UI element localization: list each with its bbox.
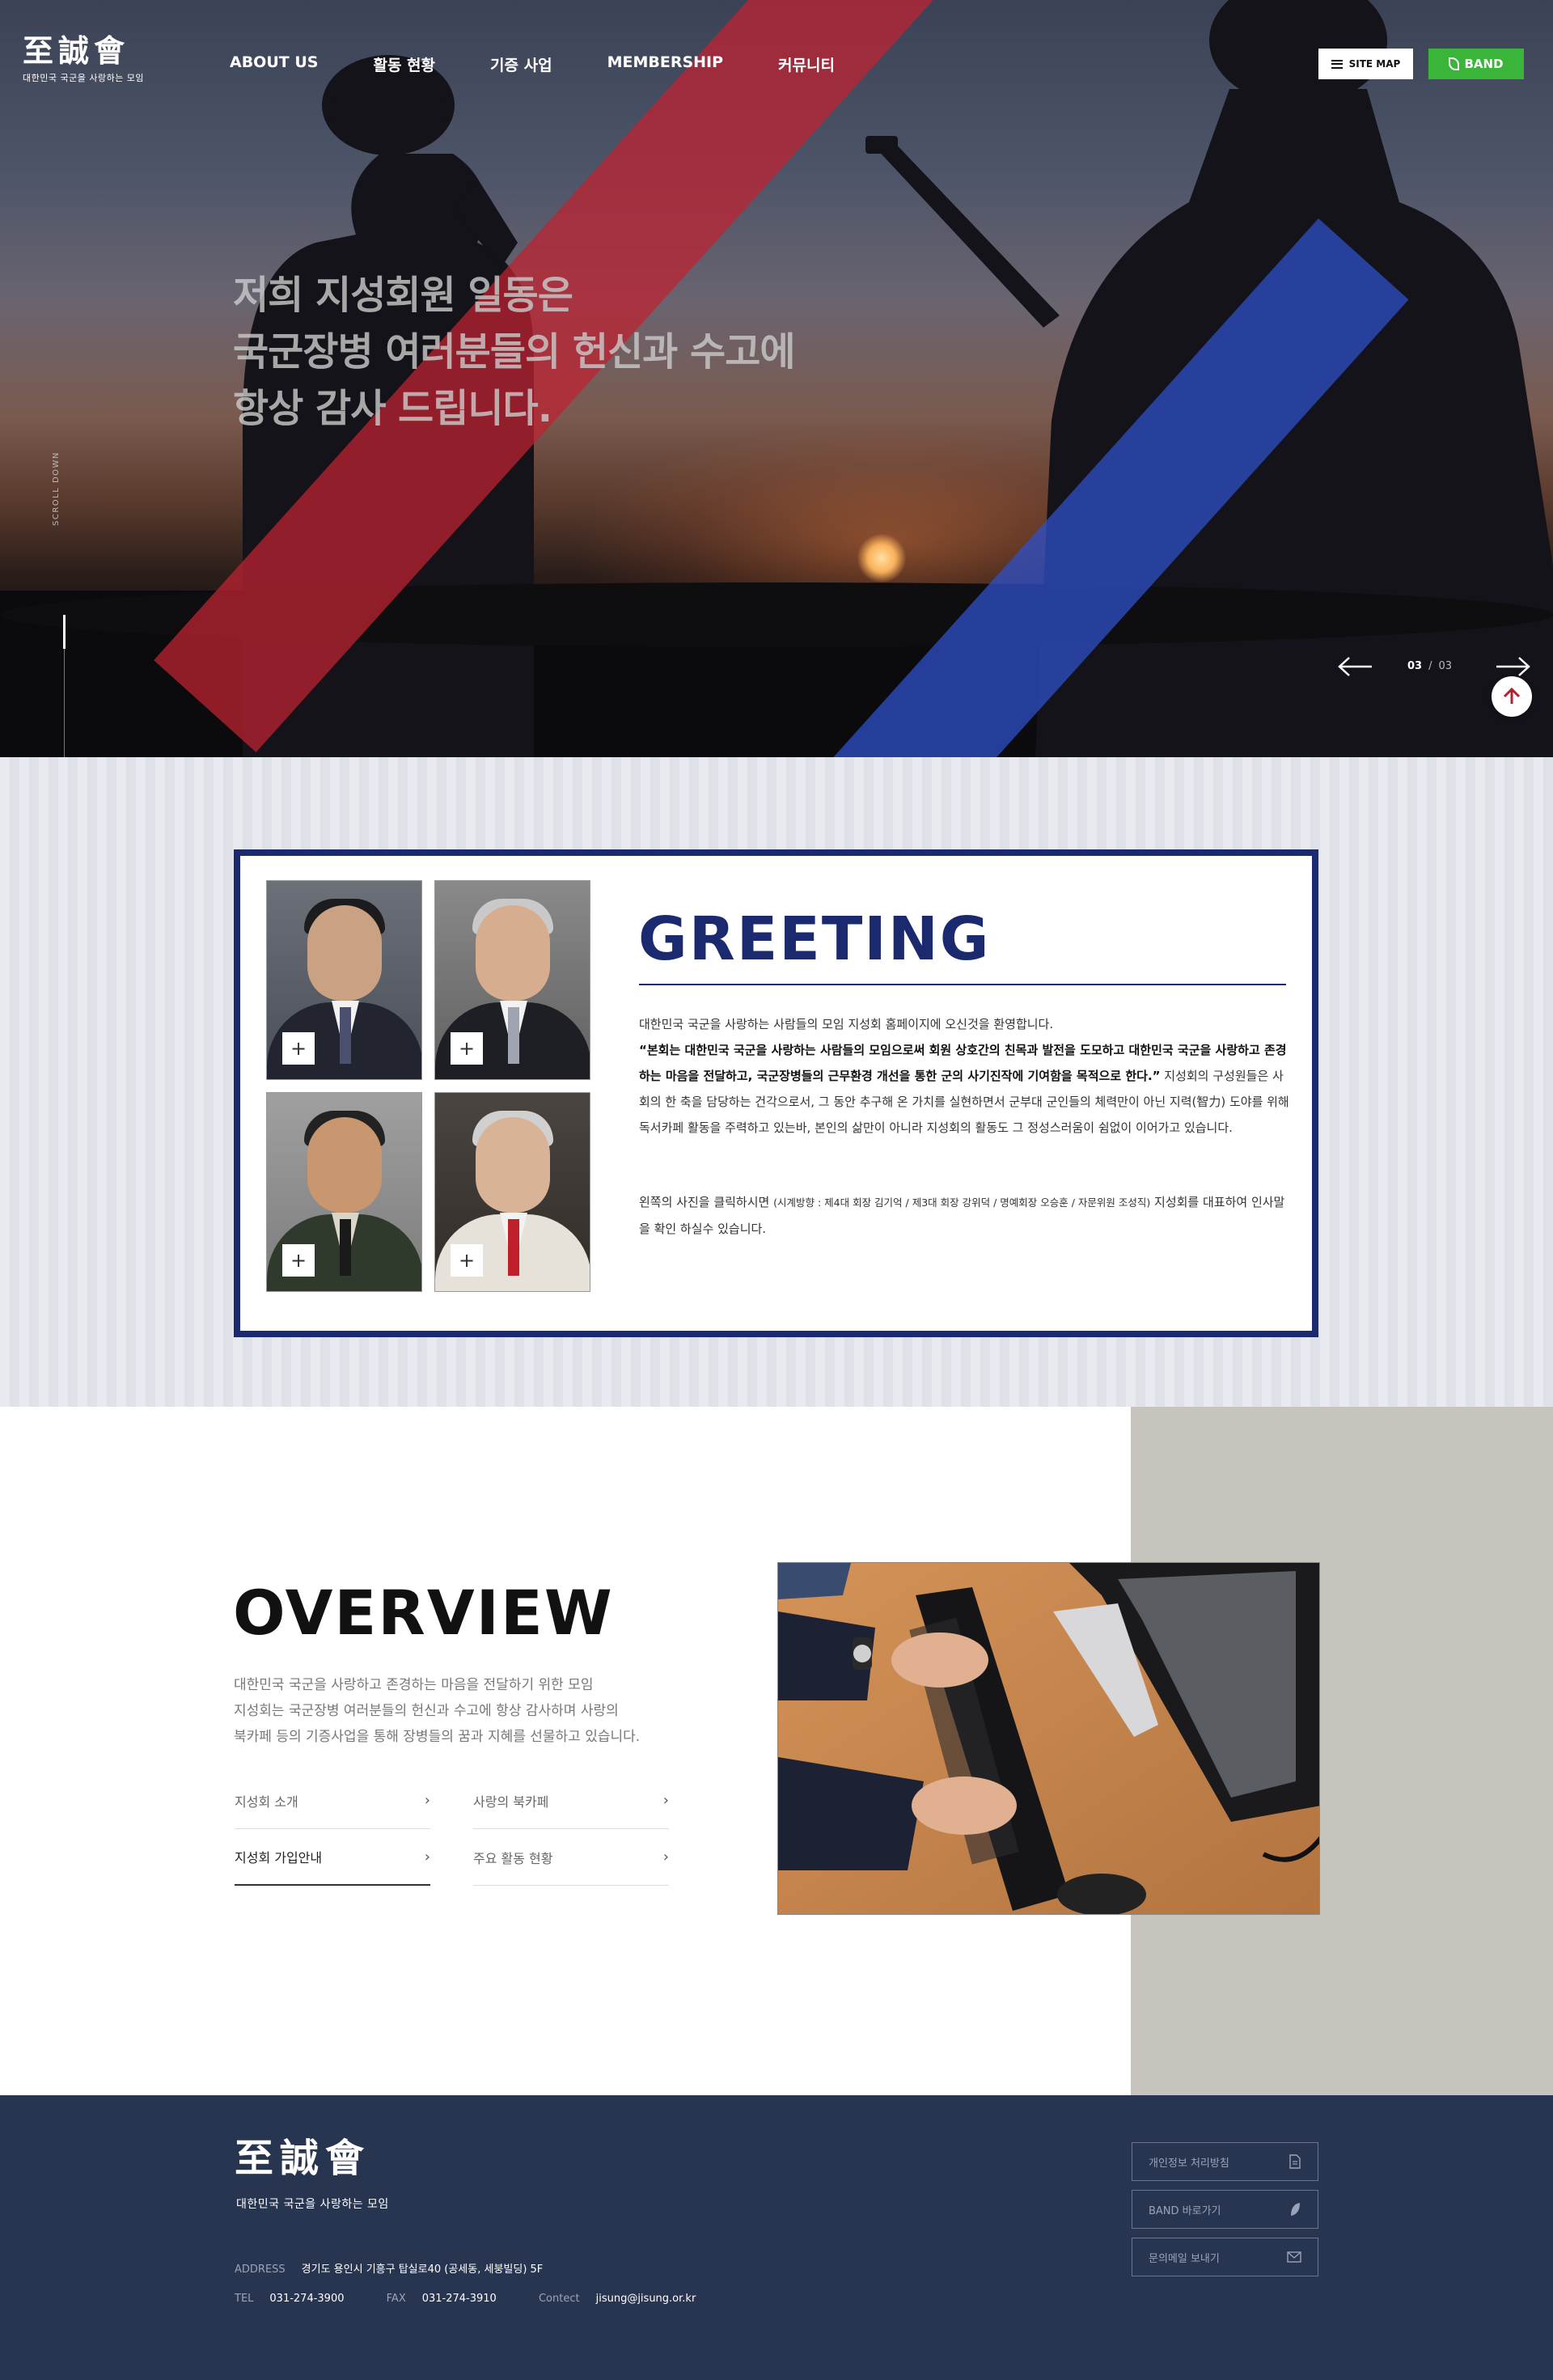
hero-line-2: 국군장병 여러분들의 헌신과 수고에 xyxy=(233,329,796,375)
tel-label: TEL xyxy=(235,2293,254,2305)
document-icon xyxy=(1289,2154,1301,2169)
privacy-policy-label: 개인정보 처리방침 xyxy=(1149,2157,1229,2170)
portrait-advisor[interactable]: + xyxy=(266,1092,422,1292)
portrait-president-4th[interactable]: + xyxy=(266,880,422,1080)
hero-section: 至誠會 대한민국 국군을 사랑하는 모임 ABOUT US 활동 현황 기증 사… xyxy=(0,0,1553,757)
slide-separator: / xyxy=(1428,660,1432,672)
contact-label: Contect xyxy=(538,2293,580,2305)
plus-icon[interactable]: + xyxy=(282,1244,315,1277)
main-nav: ABOUT US 활동 현황 기증 사업 MEMBERSHIP 커뮤니티 xyxy=(230,53,890,75)
footer-tagline: 대한민국 국군을 사랑하는 모임 xyxy=(236,2198,389,2211)
fax-value: 031-274-3910 xyxy=(421,2293,497,2305)
portrait-honorary-president[interactable]: + xyxy=(434,1092,590,1292)
link-label: 사랑의 북카페 xyxy=(473,1793,549,1810)
band-label: BAND xyxy=(1464,57,1504,71)
greeting-intro: 대한민국 국군을 사랑하는 사람들의 모임 지성회 홈페이지에 오신것을 환영합… xyxy=(639,1017,1054,1031)
arrow-up-icon xyxy=(1503,687,1521,704)
address-value: 경기도 용인시 기흥구 탑실로40 (공세동, 세붕빌딩) 5F xyxy=(301,2264,544,2276)
nav-item-community[interactable]: 커뮤니티 xyxy=(778,53,835,75)
greeting-title: GREETING xyxy=(638,904,991,974)
scroll-down-label: SCROLL DOWN xyxy=(52,451,61,526)
greeting-section: + + + + GREETING 대한민국 국군을 사랑하는 사람들의 모임 지… xyxy=(0,757,1553,1407)
slide-current: 03 xyxy=(1407,660,1423,672)
link-book-cafe[interactable]: 사랑의 북카페 › xyxy=(473,1772,669,1829)
sitemap-button[interactable]: SITE MAP xyxy=(1318,49,1413,79)
plus-icon[interactable]: + xyxy=(282,1032,315,1065)
overview-desc-line-3: 북카페 등의 기증사업을 통해 장병들의 꿈과 지혜를 선물하고 있습니다. xyxy=(234,1729,641,1745)
keyboard-desk-photo xyxy=(777,1562,1320,1915)
privacy-policy-button[interactable]: 개인정보 처리방침 xyxy=(1132,2142,1318,2181)
band-button[interactable]: BAND xyxy=(1428,49,1524,79)
sitemap-label: SITE MAP xyxy=(1348,58,1401,70)
link-about-jisung[interactable]: 지성회 소개 › xyxy=(235,1772,430,1829)
footer-address-row: ADDRESS 경기도 용인시 기흥구 탑실로40 (공세동, 세붕빌딩) 5F xyxy=(235,2260,582,2276)
overview-desc-line-1: 대한민국 국군을 사랑하고 존경하는 마음을 전달하기 위한 모임 xyxy=(234,1677,594,1693)
nav-item-donations[interactable]: 기증 사업 xyxy=(490,53,552,75)
portrait-face xyxy=(476,905,550,1001)
link-join-guide[interactable]: 지성회 가입안내 › xyxy=(235,1829,430,1886)
footer-contact-row: TEL 031-274-3900 FAX 031-274-3910 Contect j… xyxy=(235,2293,734,2305)
scroll-indicator-mark xyxy=(63,615,66,649)
portrait-tie xyxy=(340,1007,351,1064)
scroll-top-button[interactable] xyxy=(1492,676,1532,717)
tel-value: 031-274-3900 xyxy=(269,2293,345,2305)
portrait-face xyxy=(307,1117,382,1213)
nav-item-membership[interactable]: MEMBERSHIP xyxy=(607,53,723,75)
hero-line-1: 저희 지성회원 일동은 xyxy=(233,273,573,318)
chevron-right-icon: › xyxy=(662,1849,669,1865)
chevron-right-icon: › xyxy=(424,1792,430,1809)
site-logo[interactable]: 至誠會 대한민국 국군을 사랑하는 모임 xyxy=(23,36,160,84)
band-leaf-icon xyxy=(1291,2203,1300,2216)
arrow-right-icon[interactable] xyxy=(1495,655,1530,678)
link-label: 지성회 가입안내 xyxy=(235,1850,323,1865)
logo-tagline: 대한민국 국군을 사랑하는 모임 xyxy=(23,73,145,83)
fax-label: FAX xyxy=(386,2293,406,2305)
portrait-tie xyxy=(508,1007,519,1064)
greeting-divider xyxy=(639,984,1286,985)
desk-illustration xyxy=(778,1563,1319,1914)
photo-hint-names: (시계방향 : 제4대 회장 김기억 / 제3대 회장 강위덕 / 명예회장 오… xyxy=(773,1196,1151,1209)
slide-total: 03 xyxy=(1438,660,1453,672)
plus-icon[interactable]: + xyxy=(451,1244,483,1277)
link-main-activities[interactable]: 주요 활동 현황 › xyxy=(473,1829,669,1886)
arrow-left-icon[interactable] xyxy=(1338,655,1373,678)
band-link-label: BAND 바로가기 xyxy=(1149,2204,1221,2217)
slide-counter: 03 / 03 xyxy=(1407,660,1452,672)
plus-icon[interactable]: + xyxy=(451,1032,483,1065)
link-label: 주요 활동 현황 xyxy=(473,1850,553,1866)
site-footer: 至誠會 대한민국 국군을 사랑하는 모임 ADDRESS 경기도 용인시 기흥구 … xyxy=(0,2095,1553,2380)
band-leaf-icon xyxy=(1449,57,1460,70)
portrait-president-3rd[interactable]: + xyxy=(434,880,590,1080)
inquiry-mail-button[interactable]: 문의메일 보내기 xyxy=(1132,2238,1318,2276)
greeting-body: 대한민국 국군을 사랑하는 사람들의 모임 지성회 홈페이지에 오신것을 환영합… xyxy=(639,1011,1294,1141)
portrait-face xyxy=(307,905,382,1001)
greeting-photo-hint: 왼쪽의 사진을 클릭하시면 (시계방향 : 제4대 회장 김기억 / 제3대 회… xyxy=(639,1189,1294,1242)
overview-description: 대한민국 국군을 사랑하고 존경하는 마음을 전달하기 위한 모임 지성회는 국… xyxy=(234,1672,719,1750)
address-label: ADDRESS xyxy=(235,2264,286,2276)
contact-email[interactable]: jisung@jisung.or.kr xyxy=(596,2293,696,2305)
link-label: 지성회 소개 xyxy=(235,1793,298,1810)
hero-headline: 저희 지성회원 일동은 국군장병 여러분들의 헌신과 수고에 항상 감사 드립니… xyxy=(233,267,880,437)
overview-desc-line-2: 지성회는 국군장병 여러분들의 헌신과 수고에 항상 감사하며 사랑의 xyxy=(234,1703,619,1719)
footer-logo: 至誠會 xyxy=(235,2136,371,2181)
portrait-tie xyxy=(508,1219,519,1276)
inquiry-mail-label: 문의메일 보내기 xyxy=(1149,2252,1220,2265)
logo-text: 至誠會 xyxy=(23,32,130,69)
overview-title: OVERVIEW xyxy=(233,1577,614,1649)
chevron-right-icon: › xyxy=(424,1848,430,1865)
chevron-right-icon: › xyxy=(662,1792,669,1809)
mail-icon xyxy=(1287,2251,1301,2263)
portrait-tie xyxy=(340,1219,351,1276)
overview-section: OVERVIEW 대한민국 국군을 사랑하고 존경하는 마음을 전달하기 위한 … xyxy=(0,1407,1553,2095)
menu-icon xyxy=(1331,59,1343,69)
hero-line-3: 항상 감사 드립니다. xyxy=(233,386,552,431)
nav-item-activities[interactable]: 활동 현황 xyxy=(373,53,435,75)
band-link-button[interactable]: BAND 바로가기 xyxy=(1132,2190,1318,2229)
portrait-face xyxy=(476,1117,550,1213)
nav-item-about-us[interactable]: ABOUT US xyxy=(230,53,318,75)
greeting-card: + + + + GREETING 대한민국 국군을 사랑하는 사람들의 모임 지… xyxy=(234,849,1318,1337)
photo-hint-start: 왼쪽의 사진을 클릭하시면 xyxy=(639,1195,774,1209)
